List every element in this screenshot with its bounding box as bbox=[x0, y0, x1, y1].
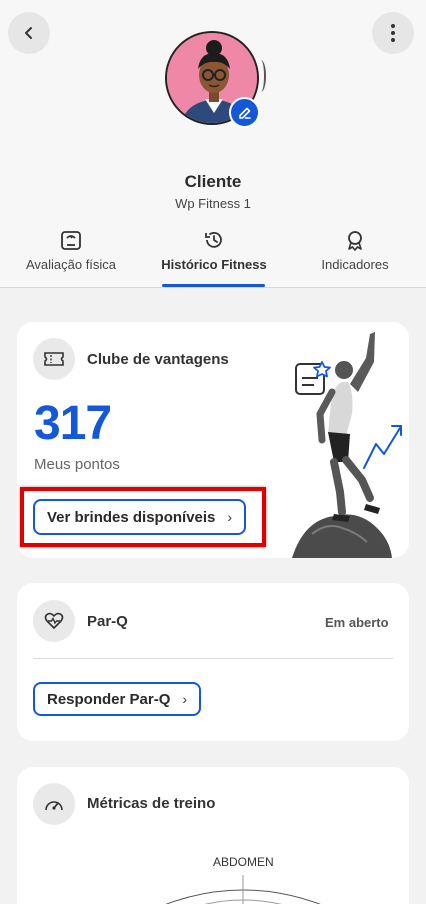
active-tab-indicator bbox=[162, 284, 265, 287]
radar-axis-label: ABDOMEN bbox=[213, 855, 274, 869]
ticket-icon bbox=[33, 338, 75, 380]
speedometer-icon bbox=[33, 783, 75, 825]
company-name: Wp Fitness 1 bbox=[175, 196, 251, 211]
tab-bar: Avaliação física Histórico Fitness Indic… bbox=[0, 226, 426, 288]
more-options-button[interactable] bbox=[372, 12, 414, 54]
answer-parq-button[interactable]: Responder Par-Q › bbox=[33, 682, 202, 716]
award-icon bbox=[344, 227, 366, 253]
history-icon bbox=[203, 227, 225, 253]
tab-historico-fitness[interactable]: Histórico Fitness bbox=[158, 226, 270, 288]
tab-label: Indicadores bbox=[321, 257, 389, 272]
tab-label: Avaliação física bbox=[25, 257, 117, 272]
more-vertical-icon bbox=[391, 24, 395, 42]
tab-label: Histórico Fitness bbox=[161, 257, 267, 272]
chevron-left-icon bbox=[25, 27, 32, 39]
metrics-title: Métricas de treino bbox=[87, 795, 216, 812]
rewards-title: Clube de vantagens bbox=[87, 351, 229, 368]
client-name: Cliente bbox=[184, 172, 242, 191]
parq-card: Par-Q Em aberto Responder Par-Q › bbox=[17, 583, 409, 741]
heart-pulse-icon bbox=[33, 600, 75, 642]
scale-icon bbox=[60, 227, 82, 253]
metrics-card: Métricas de treino ABDOMEN bbox=[17, 767, 409, 904]
avatar-container bbox=[165, 31, 261, 128]
answer-parq-label: Responder Par-Q bbox=[47, 690, 171, 708]
tab-indicadores[interactable]: Indicadores bbox=[305, 226, 405, 288]
avatar-arc-decoration bbox=[256, 60, 266, 92]
profile-header: Cliente Wp Fitness 1 Avaliação física Hi… bbox=[0, 0, 426, 288]
points-value: 317 bbox=[34, 397, 112, 450]
parq-title: Par-Q bbox=[87, 613, 128, 630]
card-divider bbox=[33, 658, 393, 659]
back-button[interactable] bbox=[8, 12, 50, 54]
chevron-right-icon: › bbox=[182, 691, 188, 707]
radar-chart bbox=[165, 875, 321, 904]
parq-status: Em aberto bbox=[325, 615, 389, 630]
athlete-illustration bbox=[292, 332, 402, 558]
highlight-box bbox=[20, 487, 266, 547]
tab-avaliacao-fisica[interactable]: Avaliação física bbox=[14, 226, 128, 288]
points-label: Meus pontos bbox=[34, 456, 120, 473]
pencil-icon bbox=[238, 107, 251, 119]
edit-avatar-button[interactable] bbox=[229, 97, 260, 128]
